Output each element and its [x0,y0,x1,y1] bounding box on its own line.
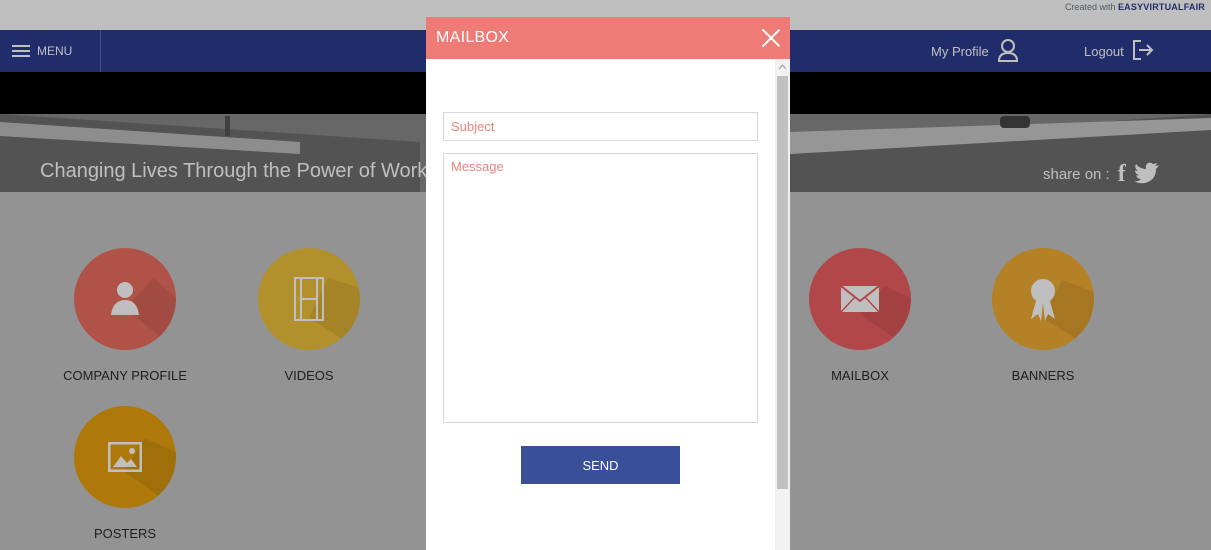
mailbox-modal: MAILBOX SEND [426,17,790,550]
send-button[interactable]: SEND [521,446,680,484]
scroll-up-arrow-icon[interactable] [775,59,790,74]
message-input[interactable] [443,153,758,423]
close-icon[interactable] [761,28,781,48]
modal-title: MAILBOX [436,29,510,46]
subject-input[interactable] [443,112,758,141]
modal-body: SEND [426,59,775,550]
modal-scrollbar[interactable] [775,59,790,550]
modal-header: MAILBOX [426,17,790,59]
scrollbar-thumb[interactable] [777,76,788,489]
